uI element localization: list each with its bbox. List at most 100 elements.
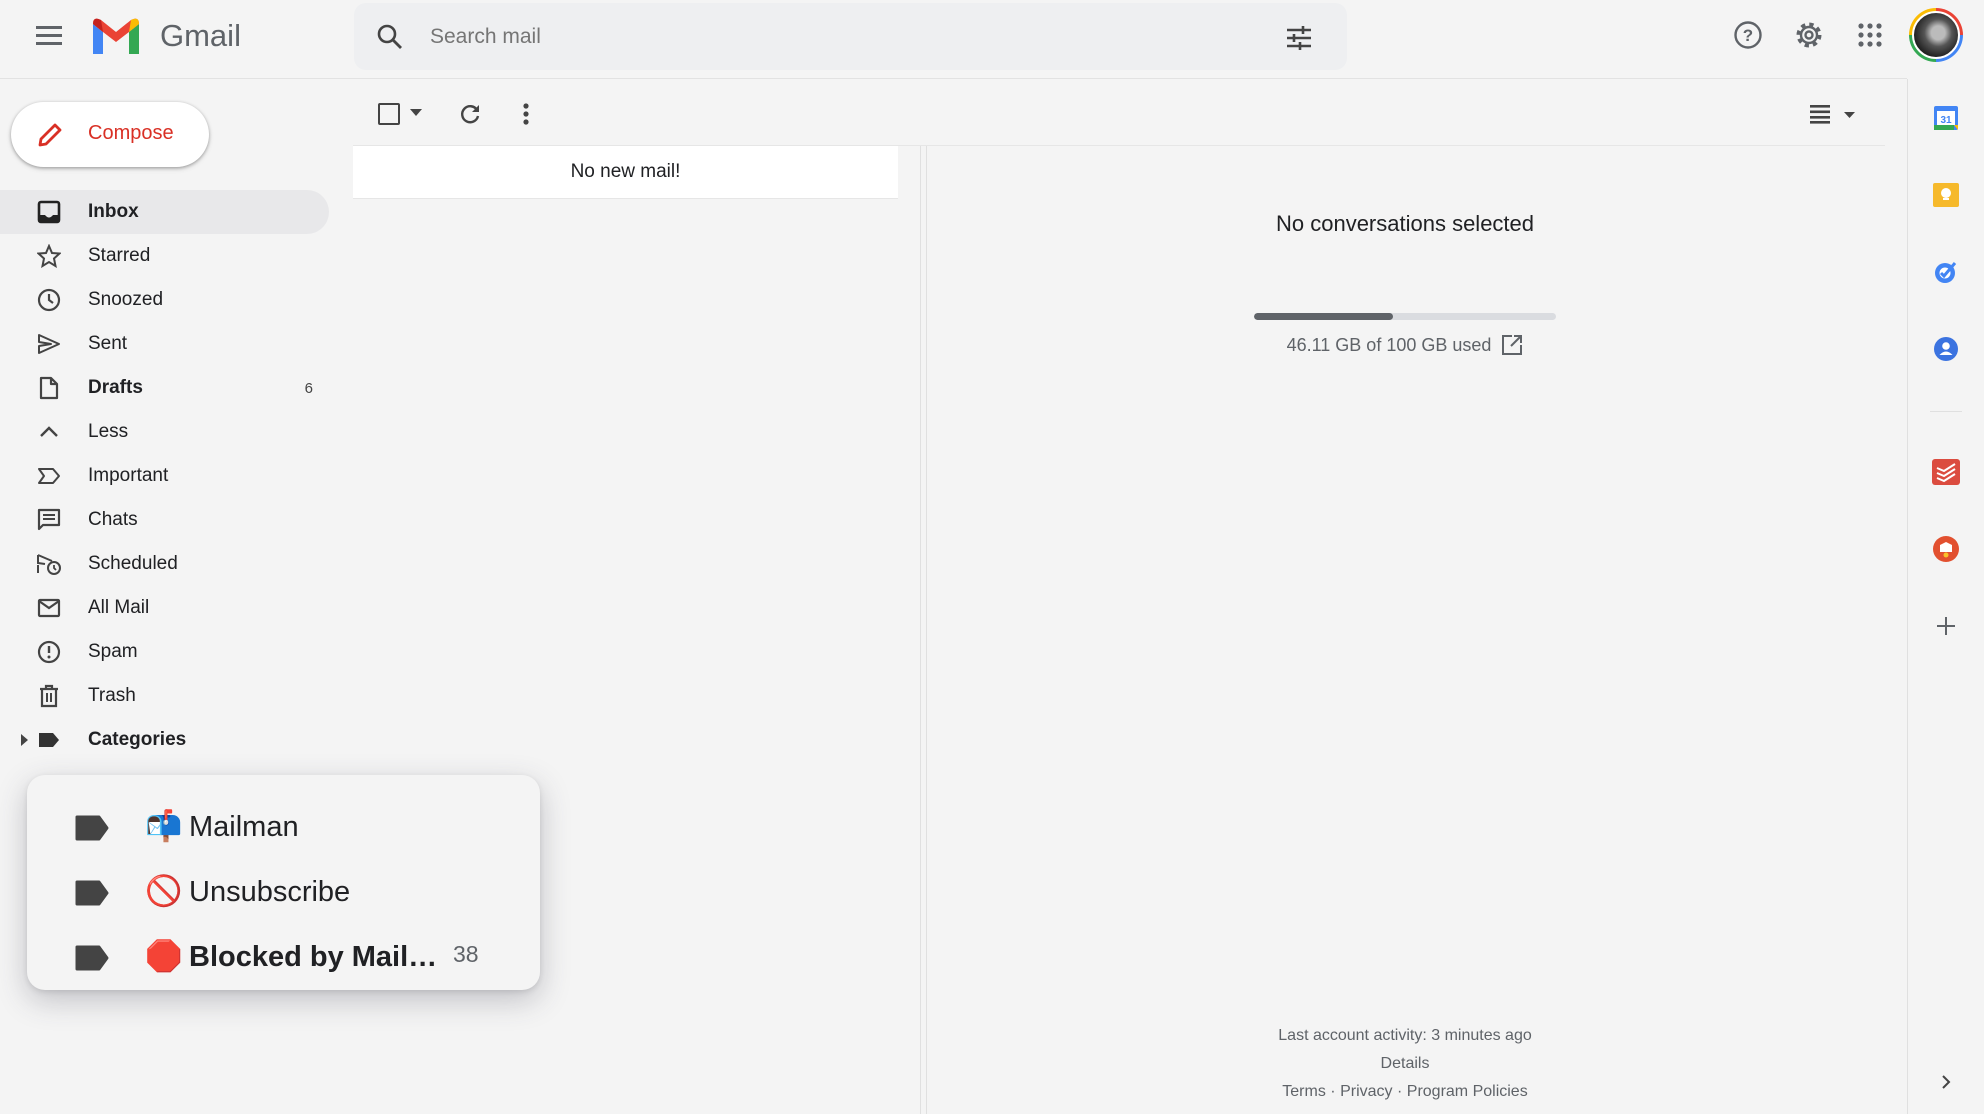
sidebar-item-less[interactable]: Less (0, 410, 329, 454)
sidebar-item-scheduled[interactable]: Scheduled (0, 542, 329, 586)
empty-list-banner: No new mail! (353, 146, 898, 199)
app-name: Gmail (160, 18, 241, 53)
main-menu-button[interactable] (32, 20, 66, 50)
privacy-link[interactable]: Privacy (1340, 1083, 1392, 1100)
sidebar-item-all-mail[interactable]: All Mail (0, 586, 329, 630)
calendar-icon: 31 (1934, 106, 1958, 130)
split-pane-icon (1810, 105, 1855, 124)
open-external-icon[interactable] (1501, 334, 1523, 356)
stop-sign-emoji-icon: 🛑 (145, 940, 183, 973)
label-icon (36, 727, 62, 753)
refresh-icon (461, 105, 480, 124)
footer-links: Terms · Privacy · Program Policies (1282, 1083, 1528, 1100)
sidebar-item-spam[interactable]: Spam (0, 630, 329, 674)
chevron-up-icon (36, 419, 62, 445)
sidebar-item-chats[interactable]: Chats (0, 498, 329, 542)
mailman-icon (1933, 536, 1959, 562)
todoist-addon-button[interactable] (1930, 456, 1962, 488)
label-tag-icon (75, 815, 109, 841)
sidebar-item-snoozed[interactable]: Snoozed (0, 278, 329, 322)
details-link: Details (1105, 1055, 1705, 1073)
chevron-right-icon (1942, 1075, 1951, 1089)
hamburger-icon (36, 26, 62, 45)
settings-button[interactable] (1793, 19, 1825, 51)
labels-popup: 📬 Mailman 🚫 Unsubscribe 🛑 Blocked by Mai… (27, 775, 540, 990)
sidebar-item-starred[interactable]: Starred (0, 234, 329, 278)
label-item-mailman[interactable]: 📬 Mailman (27, 797, 540, 857)
label-item-unsubscribe[interactable]: 🚫 Unsubscribe (27, 862, 540, 922)
mail-icon (36, 595, 62, 621)
contacts-icon (1934, 337, 1958, 361)
no-new-mail-text: No new mail! (570, 161, 681, 182)
plus-icon (1937, 617, 1955, 635)
pencil-icon (35, 120, 65, 150)
compose-button[interactable]: Compose (11, 102, 209, 167)
no-conversations-title: No conversations selected (1275, 211, 1535, 236)
send-icon (36, 331, 62, 357)
sidebar-item-drafts[interactable]: Drafts 6 (0, 366, 329, 410)
compose-label: Compose (88, 122, 174, 144)
important-icon (36, 463, 62, 489)
expand-arrow-icon[interactable] (21, 734, 29, 746)
tune-icon (1287, 26, 1311, 50)
search-input[interactable] (430, 17, 1230, 57)
search-bar[interactable] (354, 3, 1347, 70)
trash-icon (36, 683, 62, 709)
drafts-count: 6 (304, 379, 313, 397)
label-item-blocked[interactable]: 🛑 Blocked by Mail… 38 (27, 927, 540, 987)
storage-bar-fill (1254, 313, 1394, 320)
sidebar-item-important[interactable]: Important (0, 454, 329, 498)
apps-grid-icon (1858, 23, 1882, 47)
mailman-addon-button[interactable] (1930, 533, 1962, 565)
select-checkbox[interactable] (378, 103, 400, 125)
sidebar-item-trash[interactable]: Trash (0, 674, 329, 718)
more-options-button[interactable] (511, 99, 541, 129)
help-button[interactable]: ? (1732, 19, 1764, 51)
gmail-m-icon (93, 18, 139, 54)
hide-side-panel-button[interactable] (1930, 1066, 1962, 1098)
pane-resize-handle[interactable] (920, 146, 927, 1114)
storage-text: 46.11 GB of 100 GB used (1286, 334, 1492, 355)
side-panel-divider (1907, 79, 1908, 1114)
tasks-icon (1935, 262, 1957, 283)
program-policies-link[interactable]: Program Policies (1407, 1083, 1528, 1100)
last-activity-text: Last account activity: 3 minutes ago (1278, 1027, 1532, 1044)
header-divider (0, 78, 1907, 79)
mailbox-emoji-icon: 📬 (145, 810, 183, 843)
star-icon (36, 243, 62, 269)
svg-text:31: 31 (1940, 115, 1952, 126)
gear-icon (1796, 22, 1822, 48)
svg-text:?: ? (1743, 26, 1753, 45)
storage-bar (1254, 313, 1556, 320)
tasks-app-button[interactable] (1930, 256, 1962, 288)
draft-icon (36, 375, 62, 401)
search-icon[interactable] (376, 23, 404, 51)
spam-icon (36, 639, 62, 665)
inbox-icon (36, 199, 62, 225)
sidebar-item-categories[interactable]: Categories (0, 718, 329, 762)
gmail-logo[interactable] (90, 16, 142, 56)
select-dropdown-icon[interactable] (410, 109, 422, 117)
help-icon: ? (1734, 21, 1762, 49)
contacts-app-button[interactable] (1930, 333, 1962, 365)
account-avatar[interactable] (1909, 8, 1963, 62)
terms-link[interactable]: Terms (1282, 1083, 1326, 1100)
apps-button[interactable] (1854, 19, 1886, 51)
keep-app-button[interactable] (1930, 179, 1962, 211)
details-link-text[interactable]: Details (1381, 1055, 1430, 1072)
refresh-button[interactable] (455, 99, 485, 129)
label-tag-icon (75, 945, 109, 971)
todoist-icon (1932, 459, 1960, 485)
chat-icon (36, 507, 62, 533)
clock-icon (36, 287, 62, 313)
sidebar-item-inbox[interactable]: Inbox (0, 190, 329, 234)
calendar-app-button[interactable]: 31 (1930, 102, 1962, 134)
avatar-photo (1912, 11, 1960, 59)
storage-info[interactable]: 46.11 GB of 100 GB used (1254, 334, 1556, 356)
get-addons-button[interactable] (1930, 610, 1962, 642)
sidebar-item-sent[interactable]: Sent (0, 322, 329, 366)
keep-icon (1933, 183, 1959, 207)
search-options-button[interactable] (1284, 23, 1314, 53)
more-vert-icon (523, 103, 529, 125)
density-toggle[interactable] (1808, 102, 1858, 126)
